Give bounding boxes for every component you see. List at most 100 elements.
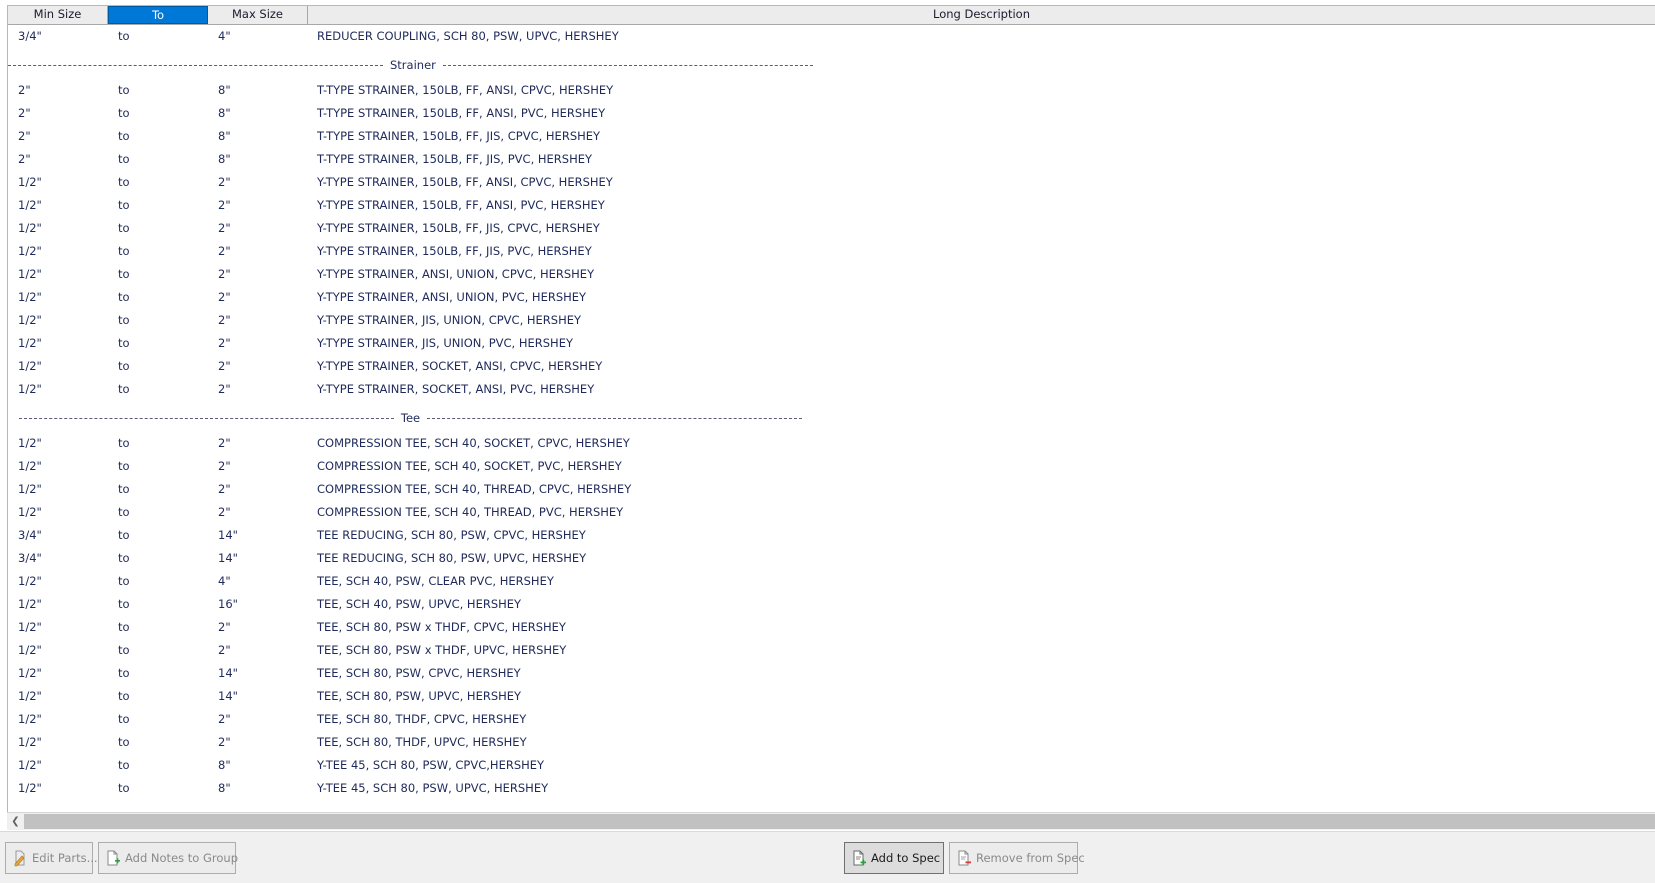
table-row[interactable]: 1/2" to 2" Y-TYPE STRAINER, 150LB, FF, JIS,… bbox=[8, 217, 1655, 240]
cell-min-size: 1/2" bbox=[18, 267, 42, 281]
cell-long-description: Y-TYPE STRAINER, SOCKET, ANSI, CPVC, HER… bbox=[317, 359, 603, 373]
table-row[interactable]: 1/2" to 16" TEE, SCH 40, PSW, UPVC, HERSHEY bbox=[8, 593, 1655, 616]
cell-min-size: 1/2" bbox=[18, 643, 42, 657]
cell-max-size: 14" bbox=[218, 666, 238, 680]
cell-min-size: 3/4" bbox=[18, 551, 42, 565]
cell-max-size: 8" bbox=[218, 758, 231, 772]
add-document-icon bbox=[851, 849, 867, 867]
cell-long-description: Y-TEE 45, SCH 80, PSW, UPVC, HERSHEY bbox=[317, 781, 549, 795]
cell-max-size: 2" bbox=[218, 505, 231, 519]
group-separator: Tee bbox=[8, 401, 813, 432]
cell-to: to bbox=[118, 551, 130, 565]
table-row[interactable]: 1/2" to 2" Y-TYPE STRAINER, JIS, UNION, CPV… bbox=[8, 309, 1655, 332]
edit-parts-button[interactable]: Edit Parts... bbox=[5, 842, 98, 874]
cell-min-size: 2" bbox=[18, 106, 31, 120]
scrollbar-thumb[interactable] bbox=[24, 814, 1655, 829]
cell-to: to bbox=[118, 758, 130, 772]
table-row[interactable]: 1/2" to 2" COMPRESSION TEE, SCH 40, SOCKET,… bbox=[8, 455, 1655, 478]
cell-max-size: 8" bbox=[218, 781, 231, 795]
table-row[interactable]: 1/2" to 14" TEE, SCH 80, PSW, CPVC, HERSHEY bbox=[8, 662, 1655, 685]
table-row[interactable]: 1/2" to 2" TEE, SCH 80, PSW x THDF, CPVC, H… bbox=[8, 616, 1655, 639]
cell-long-description: TEE, SCH 80, PSW x THDF, CPVC, HERSHEY bbox=[317, 620, 566, 634]
table-row[interactable]: 3/4" to 4" REDUCER COUPLING, SCH 80, PSW, U… bbox=[8, 25, 1655, 48]
cell-to: to bbox=[118, 313, 130, 327]
cell-max-size: 2" bbox=[218, 482, 231, 496]
column-header-max-size[interactable]: Max Size bbox=[208, 6, 308, 24]
cell-min-size: 1/2" bbox=[18, 666, 42, 680]
cell-long-description: REDUCER COUPLING, SCH 80, PSW, UPVC, HER… bbox=[317, 29, 619, 43]
table-row[interactable]: 1/2" to 2" COMPRESSION TEE, SCH 40, THREAD,… bbox=[8, 478, 1655, 501]
add-to-spec-button[interactable]: Add to Spec bbox=[844, 842, 944, 874]
bottom-toolbar: Edit Parts... Add Notes to Group Add to … bbox=[0, 831, 1655, 883]
cell-long-description: Y-TYPE STRAINER, 150LB, FF, JIS, CPVC, H… bbox=[317, 221, 600, 235]
horizontal-scrollbar[interactable]: ❮ bbox=[7, 812, 1655, 830]
table-row[interactable]: 1/2" to 2" Y-TYPE STRAINER, ANSI, UNION, PV… bbox=[8, 286, 1655, 309]
cell-min-size: 1/2" bbox=[18, 244, 42, 258]
table-row[interactable]: 1/2" to 2" TEE, SCH 80, THDF, UPVC, HERSHEY bbox=[8, 731, 1655, 754]
cell-long-description: Y-TEE 45, SCH 80, PSW, CPVC,HERSHEY bbox=[317, 758, 545, 772]
cell-min-size: 1/2" bbox=[18, 175, 42, 189]
cell-long-description: TEE, SCH 80, PSW x THDF, UPVC, HERSHEY bbox=[317, 643, 567, 657]
table-row[interactable]: 1/2" to 8" Y-TEE 45, SCH 80, PSW, UPVC, HER… bbox=[8, 777, 1655, 800]
cell-long-description: Y-TYPE STRAINER, ANSI, UNION, CPVC, HERS… bbox=[317, 267, 595, 281]
cell-max-size: 2" bbox=[218, 290, 231, 304]
cell-to: to bbox=[118, 244, 130, 258]
table-row[interactable]: 1/2" to 14" TEE, SCH 80, PSW, UPVC, HERSHEY bbox=[8, 685, 1655, 708]
cell-max-size: 2" bbox=[218, 221, 231, 235]
cell-max-size: 16" bbox=[218, 597, 238, 611]
cell-long-description: COMPRESSION TEE, SCH 40, SOCKET, PVC, HE… bbox=[317, 459, 622, 473]
table-row[interactable]: 1/2" to 2" Y-TYPE STRAINER, 150LB, FF, ANSI… bbox=[8, 171, 1655, 194]
column-header-min-size[interactable]: Min Size bbox=[8, 6, 108, 24]
group-divider-right bbox=[427, 418, 803, 419]
table-row[interactable]: 1/2" to 2" Y-TYPE STRAINER, SOCKET, ANSI, C… bbox=[8, 355, 1655, 378]
cell-max-size: 8" bbox=[218, 106, 231, 120]
table-row[interactable]: 1/2" to 2" Y-TYPE STRAINER, 150LB, FF, JIS,… bbox=[8, 240, 1655, 263]
table-row[interactable]: 2" to 8" T-TYPE STRAINER, 150LB, FF, JIS, P… bbox=[8, 148, 1655, 171]
cell-min-size: 1/2" bbox=[18, 689, 42, 703]
cell-max-size: 2" bbox=[218, 643, 231, 657]
cell-long-description: Y-TYPE STRAINER, ANSI, UNION, PVC, HERSH… bbox=[317, 290, 587, 304]
cell-to: to bbox=[118, 336, 130, 350]
cell-to: to bbox=[118, 436, 130, 450]
add-notes-to-group-button[interactable]: Add Notes to Group bbox=[98, 842, 238, 874]
cell-to: to bbox=[118, 129, 130, 143]
table-row[interactable]: 2" to 8" T-TYPE STRAINER, 150LB, FF, ANSI, … bbox=[8, 79, 1655, 102]
cell-max-size: 2" bbox=[218, 712, 231, 726]
cell-min-size: 1/2" bbox=[18, 712, 42, 726]
cell-long-description: Y-TYPE STRAINER, 150LB, FF, ANSI, PVC, H… bbox=[317, 198, 605, 212]
cell-to: to bbox=[118, 83, 130, 97]
table-row[interactable]: 1/2" to 2" TEE, SCH 80, PSW x THDF, UPVC, H… bbox=[8, 639, 1655, 662]
remove-from-spec-button[interactable]: Remove from Spec bbox=[949, 842, 1085, 874]
table-row[interactable]: 3/4" to 14" TEE REDUCING, SCH 80, PSW, CPVC… bbox=[8, 524, 1655, 547]
group-divider-left bbox=[8, 65, 383, 66]
add-note-icon bbox=[105, 849, 121, 867]
table-row[interactable]: 2" to 8" T-TYPE STRAINER, 150LB, FF, JIS, C… bbox=[8, 125, 1655, 148]
table-row[interactable]: 1/2" to 2" Y-TYPE STRAINER, 150LB, FF, ANSI… bbox=[8, 194, 1655, 217]
group-divider-right bbox=[442, 65, 813, 66]
table-row[interactable]: 1/2" to 2" Y-TYPE STRAINER, JIS, UNION, PVC… bbox=[8, 332, 1655, 355]
table-row[interactable]: 1/2" to 2" COMPRESSION TEE, SCH 40, THREAD,… bbox=[8, 501, 1655, 524]
table-row[interactable]: 1/2" to 2" Y-TYPE STRAINER, ANSI, UNION, CP… bbox=[8, 263, 1655, 286]
cell-min-size: 1/2" bbox=[18, 574, 42, 588]
chevron-left-icon[interactable]: ❮ bbox=[7, 813, 24, 830]
cell-min-size: 1/2" bbox=[18, 221, 42, 235]
cell-min-size: 1/2" bbox=[18, 336, 42, 350]
table-row[interactable]: 1/2" to 4" TEE, SCH 40, PSW, CLEAR PVC, HER… bbox=[8, 570, 1655, 593]
grid-header: Min Size To Max Size Long Description bbox=[8, 6, 1655, 25]
cell-to: to bbox=[118, 666, 130, 680]
table-row[interactable]: 1/2" to 8" Y-TEE 45, SCH 80, PSW, CPVC,HERS… bbox=[8, 754, 1655, 777]
cell-long-description: T-TYPE STRAINER, 150LB, FF, JIS, PVC, HE… bbox=[317, 152, 593, 166]
cell-long-description: TEE, SCH 80, PSW, CPVC, HERSHEY bbox=[317, 666, 521, 680]
table-row[interactable]: 3/4" to 14" TEE REDUCING, SCH 80, PSW, UPVC… bbox=[8, 547, 1655, 570]
cell-to: to bbox=[118, 267, 130, 281]
column-header-long-description[interactable]: Long Description bbox=[308, 6, 1655, 24]
table-row[interactable]: 1/2" to 2" COMPRESSION TEE, SCH 40, SOCKET,… bbox=[8, 432, 1655, 455]
table-row[interactable]: 1/2" to 2" TEE, SCH 80, THDF, CPVC, HERSHEY bbox=[8, 708, 1655, 731]
column-header-to[interactable]: To bbox=[108, 6, 208, 24]
edit-parts-label: Edit Parts... bbox=[32, 851, 98, 865]
table-row[interactable]: 2" to 8" T-TYPE STRAINER, 150LB, FF, ANSI, … bbox=[8, 102, 1655, 125]
cell-long-description: T-TYPE STRAINER, 150LB, FF, JIS, CPVC, H… bbox=[317, 129, 601, 143]
cell-to: to bbox=[118, 482, 130, 496]
parts-grid[interactable]: Min Size To Max Size Long Description 3/… bbox=[7, 5, 1655, 818]
table-row[interactable]: 1/2" to 2" Y-TYPE STRAINER, SOCKET, ANSI, P… bbox=[8, 378, 1655, 401]
